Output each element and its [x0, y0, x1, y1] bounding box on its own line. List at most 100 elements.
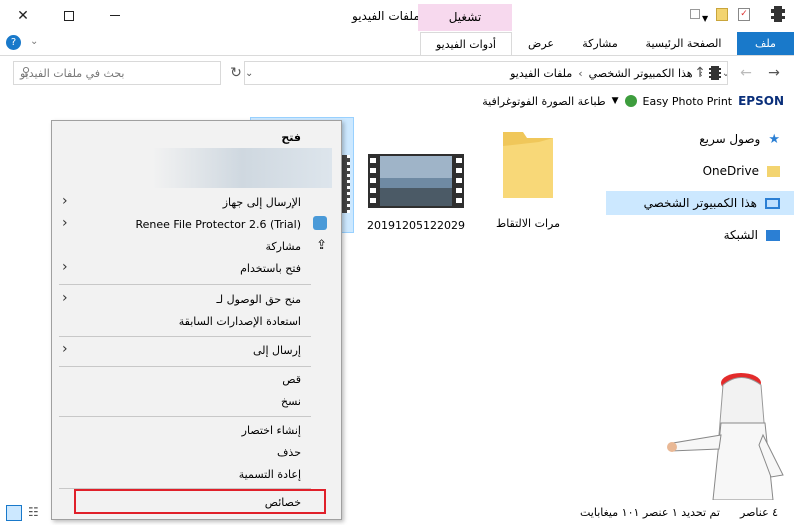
- nav-item-label: OneDrive: [702, 164, 759, 178]
- chevron-down-icon[interactable]: ▼: [702, 14, 708, 23]
- video-thumbnail-icon: [368, 154, 464, 208]
- back-button[interactable]: →: [764, 63, 784, 83]
- tab-home[interactable]: الصفحة الرئيسية: [630, 32, 737, 55]
- nav-item-onedrive[interactable]: OneDrive: [606, 159, 794, 183]
- chevron-left-icon: ‹: [62, 193, 68, 209]
- context-menu: فتح الإرسال إلى جهاز ‹ Renee File Protec…: [51, 120, 342, 520]
- menu-item-label: فتح: [281, 130, 301, 144]
- menu-item-label: حذف: [277, 445, 301, 459]
- character-illustration: [667, 373, 784, 500]
- status-bar: ٤ عناصر تم تحديد ١ عنصر ١٠١ ميغابايت ☷: [0, 503, 794, 525]
- search-icon: ⚲: [22, 65, 31, 78]
- contextual-tab-group: تشغيل: [418, 4, 512, 31]
- file-item-video[interactable]: 20191205122029: [366, 152, 466, 232]
- navigation-pane: وصول سريع ★ OneDrive هذا الكمبيوتر الشخص…: [603, 115, 794, 500]
- menu-item-label: نسخ: [281, 394, 301, 408]
- refresh-button[interactable]: ↻: [226, 63, 246, 83]
- window-title: ملفات الفيديو: [352, 9, 420, 23]
- menu-item-label: إرسال إلى: [252, 343, 301, 357]
- selection-info: تم تحديد ١ عنصر ١٠١ ميغابايت: [580, 506, 720, 519]
- minimize-button[interactable]: [92, 0, 138, 31]
- maximize-button[interactable]: [46, 0, 92, 31]
- tiles-view-icon[interactable]: ☷: [28, 505, 44, 521]
- help-icon[interactable]: ?: [6, 35, 21, 50]
- nav-item-this-pc[interactable]: هذا الكمبيوتر الشخصي: [606, 191, 794, 215]
- menu-item-copy[interactable]: نسخ: [52, 390, 341, 412]
- print-icon: [624, 95, 637, 107]
- menu-item-label: فتح باستخدام: [240, 261, 301, 275]
- maximize-icon: [64, 10, 74, 21]
- menu-item-label: إعادة التسمية: [238, 467, 301, 481]
- epson-action-label[interactable]: طباعة الصورة الفوتوغرافية: [482, 95, 605, 108]
- breadcrumb-separator: ›: [578, 66, 583, 80]
- folder-icon: [767, 165, 780, 177]
- menu-separator: [59, 416, 311, 417]
- menu-item-label: قص: [282, 372, 301, 386]
- menu-item-rename[interactable]: إعادة التسمية: [52, 463, 341, 485]
- search-input[interactable]: بحث في ملفات الفيديو ⚲: [13, 61, 221, 85]
- chevron-left-icon: ‹: [62, 341, 68, 357]
- star-icon: ★: [768, 131, 780, 147]
- menu-item-renee[interactable]: Renee File Protector 2.6 (Trial) ‹: [52, 213, 341, 235]
- menu-item-label: استعادة الإصدارات السابقة: [178, 314, 301, 328]
- tab-view[interactable]: عرض: [512, 32, 570, 55]
- menu-item-send-to-device[interactable]: الإرسال إلى جهاز ‹: [52, 191, 341, 213]
- chevron-down-icon[interactable]: ⌄: [30, 36, 38, 47]
- menu-item-open-with[interactable]: فتح باستخدام ‹: [52, 257, 341, 279]
- menu-separator: [59, 336, 311, 337]
- tab-file[interactable]: ملف: [737, 32, 794, 55]
- folder-qa-icon[interactable]: [716, 8, 728, 21]
- epson-toolbar: طباعة الصورة الفوتوغرافية ▼ Easy Photo P…: [0, 90, 794, 112]
- refresh-icon: ↻: [230, 65, 242, 81]
- breadcrumb-separator: ›: [698, 66, 703, 80]
- breadcrumb-videos[interactable]: ملفات الفيديو: [510, 67, 572, 80]
- menu-item-send-to[interactable]: إرسال إلى ‹: [52, 339, 341, 361]
- title-bar: ✕ ملفات الفيديو تشغيل ▼ ✓: [0, 0, 794, 32]
- menu-item-share[interactable]: ⇪ مشاركة: [52, 235, 341, 257]
- menu-item-create-shortcut[interactable]: إنشاء اختصار: [52, 419, 341, 441]
- qa-more-icon[interactable]: [690, 9, 700, 19]
- menu-item-cut[interactable]: قص: [52, 368, 341, 390]
- chevron-left-icon: ‹: [62, 259, 68, 275]
- address-row: → ← ⌄ ↑ › هذا الكمبيوتر الشخصي › ملفات ا…: [0, 58, 794, 88]
- menu-item-label: الإرسال إلى جهاز: [222, 195, 301, 209]
- arrow-right-icon: →: [768, 65, 780, 81]
- tab-video-tools[interactable]: أدوات الفيديو: [420, 32, 512, 55]
- close-icon: ✕: [17, 7, 29, 24]
- menu-separator: [59, 284, 311, 285]
- menu-item-label: منح حق الوصول لـ: [216, 292, 301, 306]
- nav-item-label: وصول سريع: [699, 132, 761, 146]
- menu-item-delete[interactable]: حذف: [52, 441, 341, 463]
- epson-app-label[interactable]: Easy Photo Print: [643, 95, 733, 108]
- computer-icon: [765, 197, 780, 209]
- tab-share[interactable]: مشاركة: [570, 32, 630, 55]
- file-item-folder[interactable]: مرات الالتقاط: [478, 128, 578, 230]
- minimize-icon: [110, 15, 120, 16]
- chevron-left-icon: ‹: [62, 215, 68, 231]
- properties-qa-icon[interactable]: ✓: [738, 8, 750, 21]
- network-icon: [766, 229, 780, 241]
- menu-separator: [59, 366, 311, 367]
- blurred-menu-region: [152, 148, 332, 188]
- menu-item-open[interactable]: فتح: [52, 126, 341, 148]
- chevron-down-icon[interactable]: ⌄: [245, 68, 253, 79]
- menu-item-label: Renee File Protector 2.6 (Trial): [135, 217, 301, 231]
- file-name: 20191205122029: [367, 219, 465, 232]
- video-folder-icon: [709, 66, 721, 80]
- menu-item-label: مشاركة: [265, 239, 301, 253]
- video-app-icon: [771, 6, 785, 22]
- details-view-icon[interactable]: [6, 505, 22, 521]
- nav-item-quick-access[interactable]: وصول سريع ★: [606, 127, 794, 151]
- nav-item-label: الشبكة: [723, 228, 758, 242]
- folder-icon: [503, 132, 553, 198]
- chevron-down-icon[interactable]: ▼: [612, 96, 619, 106]
- close-button[interactable]: ✕: [0, 0, 46, 31]
- menu-item-restore-versions[interactable]: استعادة الإصدارات السابقة: [52, 310, 341, 332]
- breadcrumb-this-pc[interactable]: هذا الكمبيوتر الشخصي: [589, 67, 693, 80]
- file-name: مرات الالتقاط: [496, 217, 560, 230]
- item-count: ٤ عناصر: [740, 506, 779, 519]
- menu-item-give-access[interactable]: منح حق الوصول لـ ‹: [52, 288, 341, 310]
- nav-item-network[interactable]: الشبكة: [606, 223, 794, 247]
- forward-button[interactable]: ←: [736, 63, 756, 83]
- address-bar[interactable]: › هذا الكمبيوتر الشخصي › ملفات الفيديو ⌄: [244, 61, 728, 85]
